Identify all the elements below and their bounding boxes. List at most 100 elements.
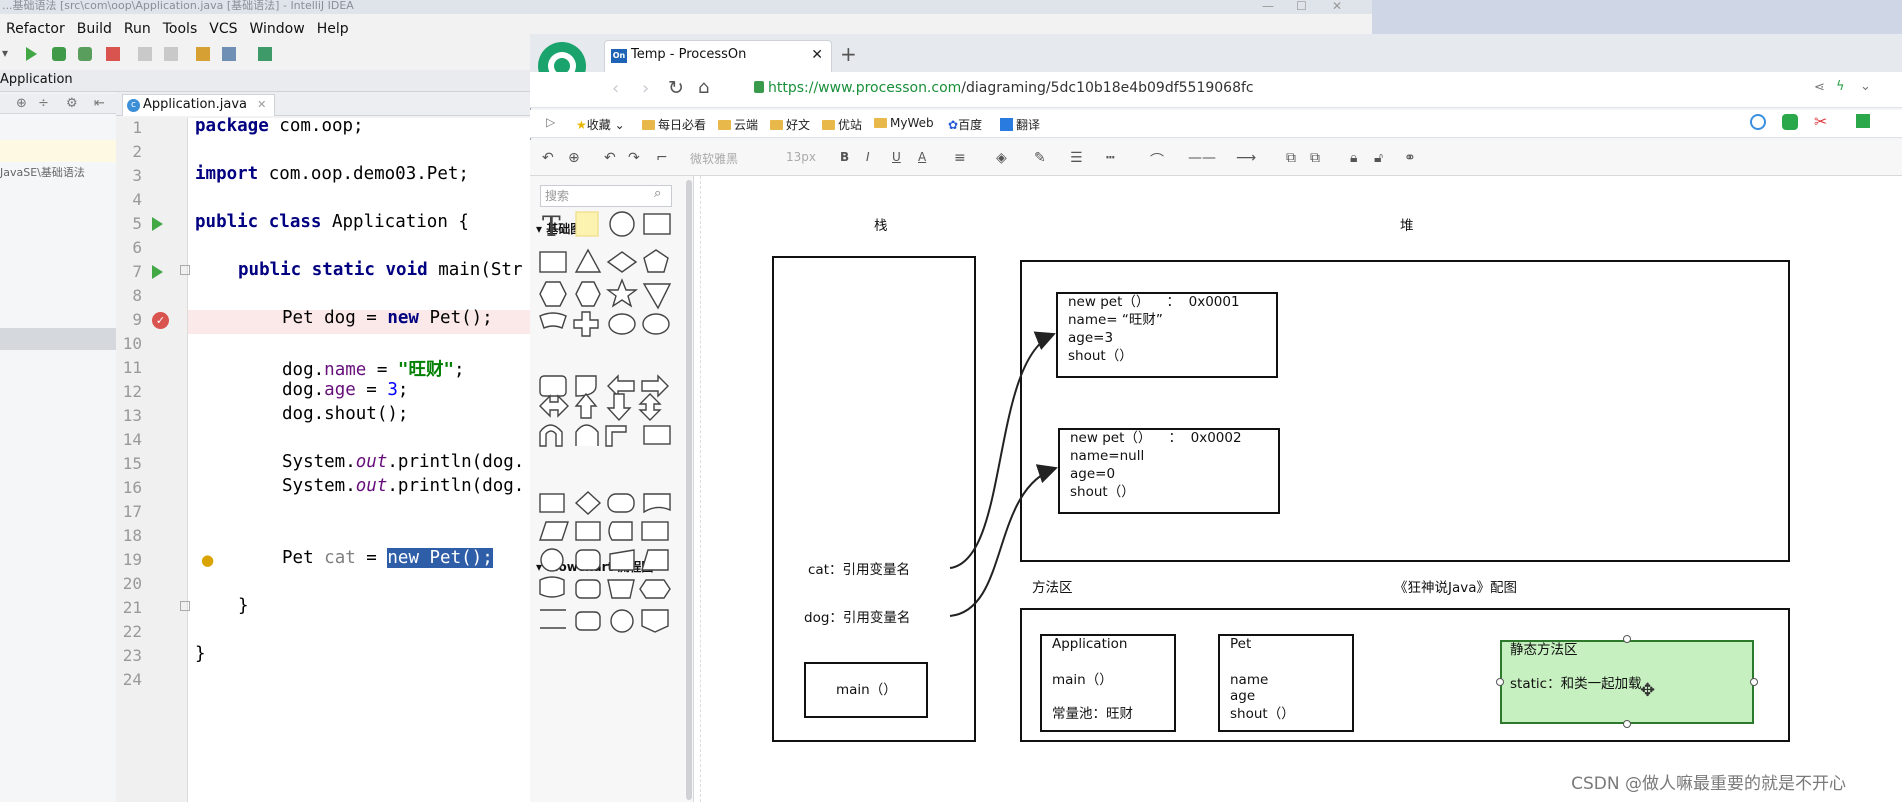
menu-vcs[interactable]: VCS [203,18,243,40]
gear-icon[interactable]: ⚙ [66,96,78,111]
vcs-icon[interactable] [258,47,272,61]
close-icon[interactable]: ✕ [1332,0,1342,12]
undo-icon[interactable]: ↶ [604,150,616,166]
menu-refactor[interactable]: Refactor [0,18,71,40]
stack-label[interactable]: 栈 [874,218,888,235]
fill-icon[interactable]: ◈ [996,150,1007,166]
line-color-icon[interactable]: ✎ [1034,150,1046,166]
unlock-icon[interactable]: 🔓︎ [1374,150,1383,166]
underline-icon[interactable]: U [892,150,901,164]
line-style-icon[interactable]: ┅ [1106,150,1114,166]
minimize-icon[interactable]: — [1262,0,1274,12]
maximize-icon[interactable]: ☐ [1296,0,1307,12]
menu-run[interactable]: Run [118,18,157,40]
bookmark-favorites[interactable]: ★收藏 ⌄ [576,116,625,133]
shape-panel-scrollbar[interactable] [686,180,692,800]
menu-help[interactable]: Help [311,18,355,40]
menu-tools[interactable]: Tools [157,18,204,40]
run-icon[interactable] [26,47,37,61]
coverage-icon[interactable] [78,47,92,61]
settings-wrench-icon[interactable] [196,47,210,61]
bold-icon[interactable]: B [840,150,849,164]
rebuild-icon[interactable] [164,47,178,61]
menu-window[interactable]: Window [244,18,311,40]
lock-icon[interactable]: 🔒︎ [1350,150,1357,166]
extension-icon[interactable] [1750,114,1766,130]
url-field[interactable]: https://www.processon.com/diagraming/5dc… [768,80,1254,96]
application-class-box[interactable]: Application main（） 常量池：旺财 [1040,634,1176,732]
method-area-label[interactable]: 方法区 [1032,580,1073,597]
collapse-icon[interactable]: ÷ [38,96,49,111]
dog-reference-label[interactable]: dog：引用变量名 [804,610,910,627]
project-tree-label[interactable]: JavaSE\基础语法 [0,164,85,180]
bring-front-icon[interactable]: ⧉ [1286,150,1296,166]
static-method-area-box[interactable]: 静态方法区 static：和类一起加载 [1500,640,1754,724]
cat-reference-label[interactable]: cat：引用变量名 [808,562,910,579]
line-type-icon[interactable]: —— [1188,150,1216,166]
home-icon[interactable]: ⌂ [698,77,709,98]
bookmark-sites[interactable]: 优站 [822,116,862,133]
browser-tab[interactable]: On Temp - ProcessOn ✕ [604,40,832,72]
breakpoint-icon[interactable]: ✓ [152,312,169,329]
font-family-select[interactable]: 微软雅黑 [690,150,738,167]
build-icon[interactable] [138,47,152,61]
connector-icon[interactable]: ⌒ [1150,150,1164,170]
bookmark-myweb[interactable]: MyWeb [874,116,934,130]
diagram-caption[interactable]: 《狂神说Java》配图 [1394,580,1517,597]
tab-close-icon[interactable]: ✕ [257,98,266,111]
run-class-icon[interactable] [152,217,163,231]
chevron-down-icon[interactable]: ⌄ [1860,79,1871,94]
debug-icon[interactable] [52,47,66,61]
target-icon[interactable]: ⊕ [16,96,27,111]
reload-icon[interactable]: ↻ [668,77,684,99]
link-icon[interactable]: ⚭ [1404,150,1416,166]
bookmark-articles[interactable]: 好文 [770,116,810,133]
hide-panel-icon[interactable]: ⇤ [94,96,105,111]
scissors-icon[interactable]: ✂ [1814,112,1827,131]
format-icon[interactable]: ⊕ [568,150,580,166]
new-tab-icon[interactable]: + [840,42,857,66]
dropdown-arrow-icon[interactable]: ▾ [2,46,8,60]
stop-icon[interactable] [106,47,120,61]
align-icon[interactable]: ≡ [954,150,966,166]
format-painter-icon[interactable]: ⌐ [656,150,668,166]
pet-object-1[interactable]: new pet（） ： 0x0001 name= “旺财” age=3 shou… [1056,292,1278,378]
line-width-icon[interactable]: ☰ [1070,150,1083,166]
editor-tab-application[interactable]: c Application.java ✕ [122,94,276,116]
extension-icon[interactable] [1856,114,1870,128]
pet-object-2[interactable]: new pet（） ： 0x0002 name=null age=0 shout… [1058,428,1280,514]
main-frame-box[interactable]: main（） [804,662,928,718]
run-main-icon[interactable] [152,265,163,279]
arrow-style-icon[interactable]: ⟶ [1236,150,1256,166]
project-selected-row[interactable] [0,140,116,162]
tab-close-icon[interactable]: ✕ [811,47,823,63]
bookmark-daily[interactable]: 每日必看 [642,116,706,133]
lightbulb-icon[interactable]: ● [201,551,214,569]
fold-icon[interactable] [180,265,190,275]
selection-handle[interactable] [1623,720,1631,728]
extension-icon[interactable] [1782,114,1798,130]
heap-label[interactable]: 堆 [1400,218,1414,235]
bookmark-baidu[interactable]: ✿百度 [948,116,982,133]
back-icon[interactable]: ‹ [612,78,619,99]
undo-arrow-icon[interactable]: ↶ [542,150,554,166]
code-selection[interactable]: new Pet(); [387,548,493,568]
selection-handle[interactable] [1750,678,1758,686]
bookmark-translate[interactable]: 翻译 [1000,116,1040,133]
pet-class-box[interactable]: Pet name age shout（） [1218,634,1354,732]
project-highlight-row[interactable] [0,328,116,350]
menu-build[interactable]: Build [71,18,118,40]
selection-handle[interactable] [1496,678,1504,686]
fold-icon[interactable] [180,601,190,611]
selection-handle[interactable] [1623,635,1631,643]
bookmark-cloud[interactable]: 云端 [718,116,758,133]
sidebar-toggle-icon[interactable]: ▷ [546,115,555,129]
forward-icon[interactable]: › [642,78,649,99]
font-color-icon[interactable]: A [918,150,926,164]
italic-icon[interactable]: I [866,150,870,164]
share-icon[interactable]: ⋖ [1814,80,1825,95]
redo-icon[interactable]: ↷ [628,150,640,166]
send-back-icon[interactable]: ⧉ [1310,150,1320,166]
font-size-select[interactable]: 13px [786,150,816,164]
breadcrumb[interactable]: Application [0,72,73,87]
